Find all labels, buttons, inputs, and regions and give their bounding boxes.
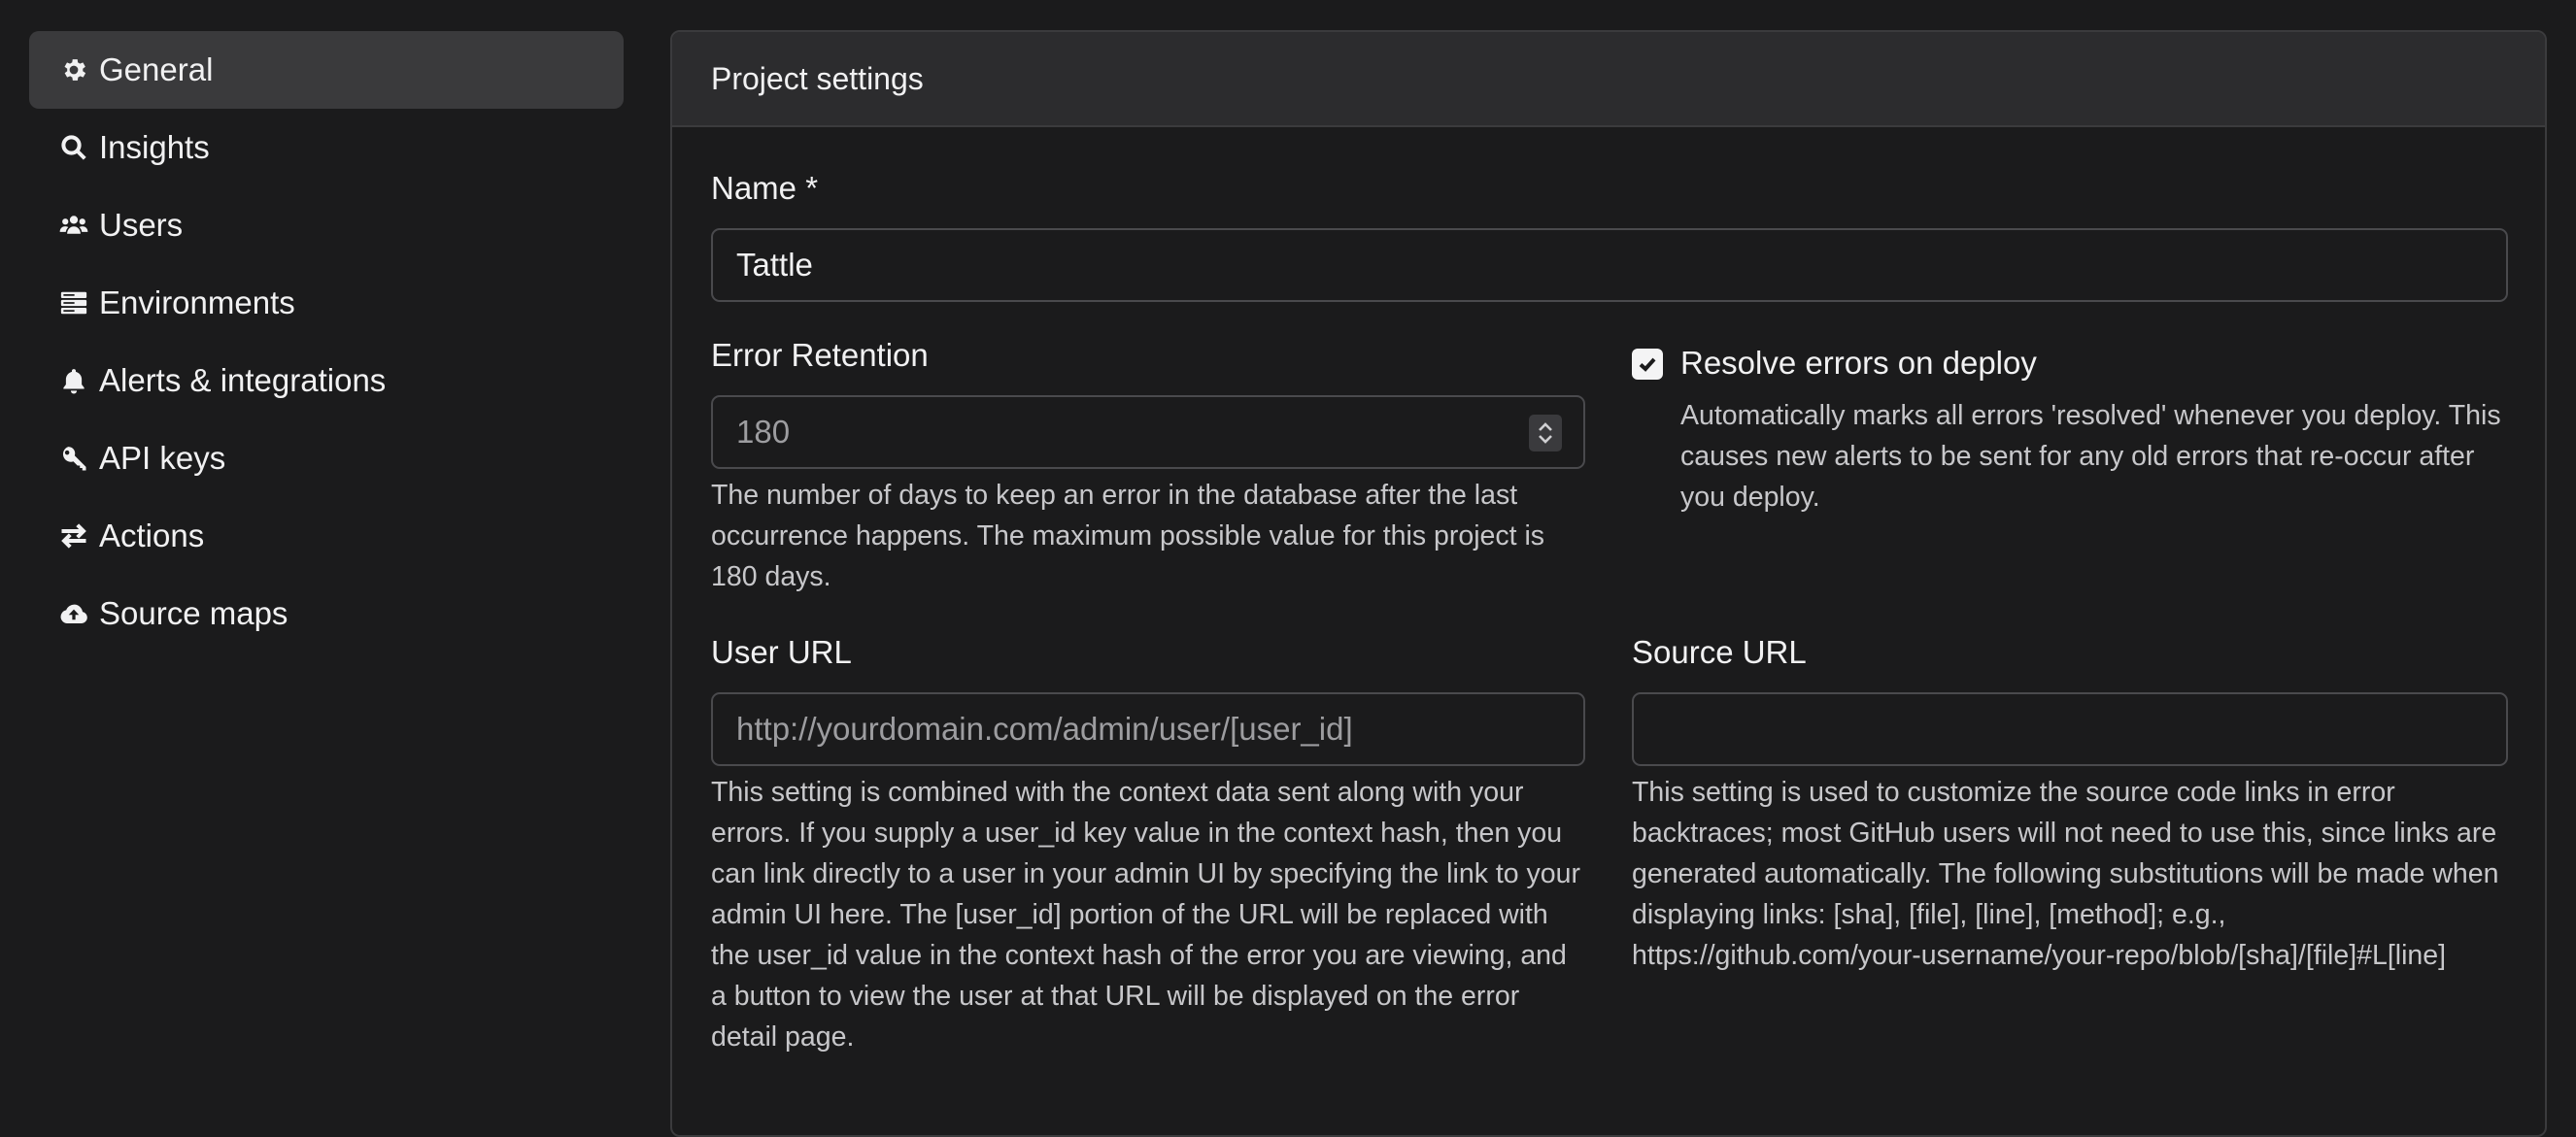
sidebar-item-general[interactable]: General xyxy=(29,31,624,109)
user-url-placeholder: http://yourdomain.com/admin/user/[user_i… xyxy=(736,711,1353,747)
error-retention-placeholder: 180 xyxy=(736,414,791,450)
sidebar-item-label: Environments xyxy=(99,284,295,320)
card-header: Project settings xyxy=(672,32,2545,127)
sidebar-item-label: Source maps xyxy=(99,595,288,631)
key-icon xyxy=(58,443,89,474)
users-icon xyxy=(58,210,89,241)
sidebar-item-label: Alerts & integrations xyxy=(99,362,387,398)
arrows-exchange-icon xyxy=(58,520,89,552)
sidebar-item-users[interactable]: Users xyxy=(29,186,624,264)
sidebar-item-actions[interactable]: Actions xyxy=(29,497,624,575)
sidebar-item-label: Users xyxy=(99,207,184,243)
user-url-help: This setting is combined with the contex… xyxy=(711,777,1580,1053)
user-url-label: User URL xyxy=(711,634,852,670)
server-icon xyxy=(58,287,89,318)
sidebar-item-label: Actions xyxy=(99,518,205,553)
sidebar-item-label: API keys xyxy=(99,440,226,476)
settings-form: Name * Tattle Error Retention 180 The nu… xyxy=(672,127,2545,1135)
name-input[interactable]: Tattle xyxy=(711,228,2508,302)
error-retention-label: Error Retention xyxy=(711,337,929,373)
sidebar-item-alerts-integrations[interactable]: Alerts & integrations xyxy=(29,342,624,419)
card-title: Project settings xyxy=(711,60,924,96)
resolve-on-deploy-label[interactable]: Resolve errors on deploy xyxy=(1680,345,2037,382)
source-url-input[interactable] xyxy=(1632,692,2508,766)
search-icon xyxy=(58,132,89,163)
sidebar-item-insights[interactable]: Insights xyxy=(29,109,624,186)
error-retention-help: The number of days to keep an error in t… xyxy=(711,480,1545,592)
sidebar-item-label: General xyxy=(99,51,214,87)
user-url-input[interactable]: http://yourdomain.com/admin/user/[user_i… xyxy=(711,692,1585,766)
name-label: Name * xyxy=(711,170,819,206)
resolve-on-deploy-help: Automatically marks all errors 'resolved… xyxy=(1680,400,2501,513)
resolve-on-deploy-checkbox[interactable] xyxy=(1632,349,1663,380)
source-url-label: Source URL xyxy=(1632,634,1807,670)
number-stepper[interactable] xyxy=(1529,415,1562,451)
project-settings-card: Project settings Name * Tattle Error Ret… xyxy=(670,30,2547,1137)
bell-icon xyxy=(58,365,89,396)
name-input-value: Tattle xyxy=(736,247,813,283)
cloud-upload-icon xyxy=(58,598,89,629)
sidebar-item-environments[interactable]: Environments xyxy=(29,264,624,342)
chevron-down-icon[interactable] xyxy=(1536,433,1555,445)
chevron-up-icon[interactable] xyxy=(1536,421,1555,433)
source-url-help: This setting is used to customize the so… xyxy=(1632,777,2499,971)
sidebar-item-source-maps[interactable]: Source maps xyxy=(29,575,624,652)
error-retention-input[interactable]: 180 xyxy=(711,395,1585,469)
checkmark-icon xyxy=(1639,357,1656,372)
sidebar-item-label: Insights xyxy=(99,129,210,165)
sidebar-item-api-keys[interactable]: API keys xyxy=(29,419,624,497)
gear-icon xyxy=(58,54,89,85)
